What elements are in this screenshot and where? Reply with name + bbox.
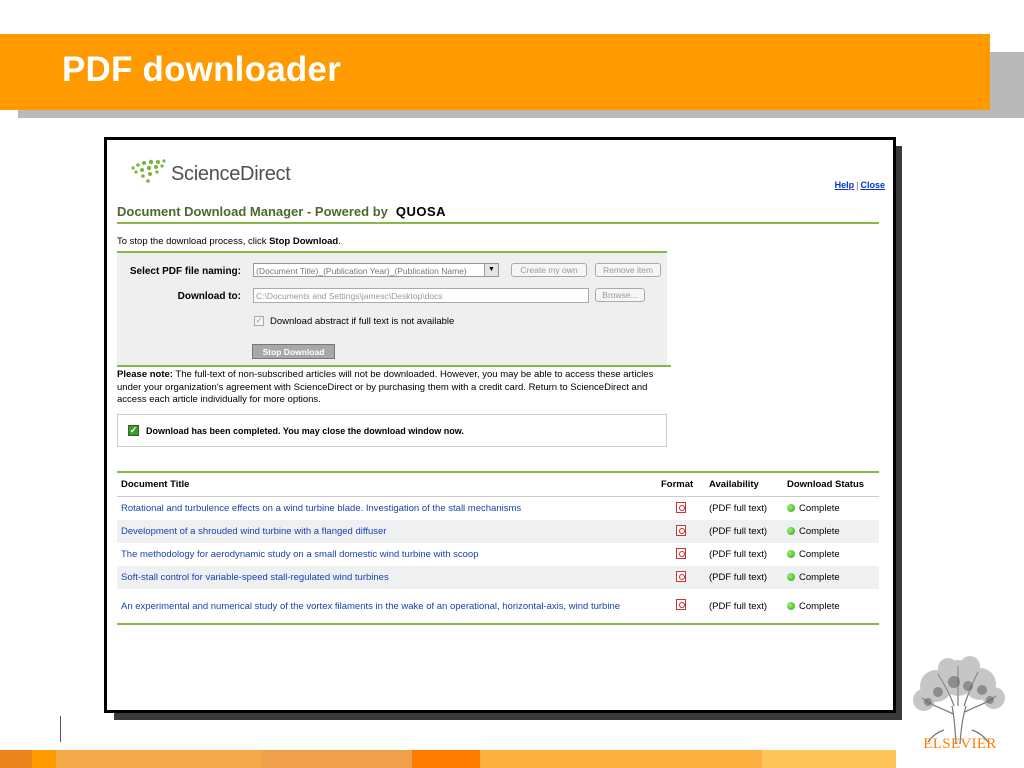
documents-table: Document Title Format Availability Downl… <box>117 471 879 625</box>
status-dot-icon <box>787 601 795 610</box>
table-header-row: Document Title Format Availability Downl… <box>117 471 879 497</box>
document-title-link[interactable]: An experimental and numerical study of t… <box>121 601 620 612</box>
status-text: Complete <box>799 526 840 537</box>
table-row: Development of a shrouded wind turbine w… <box>117 520 879 543</box>
pdf-icon[interactable] <box>676 570 686 582</box>
download-options-panel: Select PDF file naming: (Document Title)… <box>117 251 667 365</box>
footer-color-bar <box>0 750 896 768</box>
status-cell: Complete <box>783 543 879 566</box>
file-naming-select[interactable]: (Document Title)_(Publication Year)_(Pub… <box>253 263 499 277</box>
header-rule <box>117 222 879 224</box>
table-row: The methodology for aerodynamic study on… <box>117 543 879 566</box>
chevron-down-icon[interactable]: ▼ <box>484 264 498 276</box>
availability-cell: (PDF full text) <box>709 503 768 514</box>
footer-segment <box>762 750 896 768</box>
close-link[interactable]: Close <box>860 180 885 190</box>
instruction-suffix: . <box>338 236 341 247</box>
table-row: Soft-stall control for variable-speed st… <box>117 566 879 589</box>
footer-segment <box>412 750 480 768</box>
status-dot-icon <box>787 504 795 512</box>
column-header-status: Download Status <box>783 471 879 497</box>
column-header-availability: Availability <box>705 471 783 497</box>
availability-cell: (PDF full text) <box>705 520 783 543</box>
create-my-own-button[interactable]: Create my own <box>511 263 587 277</box>
file-naming-label: Select PDF file naming: <box>129 266 241 277</box>
status-text: Complete <box>799 600 840 612</box>
table-row: An experimental and numerical study of t… <box>117 589 879 625</box>
download-manager-title: Document Download Manager - Powered by QU… <box>117 204 446 219</box>
footer-segment <box>0 750 32 768</box>
download-abstract-label: Download abstract if full text is not av… <box>270 316 455 327</box>
document-title-link[interactable]: Soft-stall control for variable-speed st… <box>121 572 389 583</box>
status-dot-icon <box>787 573 795 581</box>
pdf-icon[interactable] <box>676 501 686 513</box>
footer-segment <box>262 750 412 768</box>
stop-instruction: To stop the download process, click Stop… <box>117 236 341 247</box>
table-row: Rotational and turbulence effects on a w… <box>117 497 879 521</box>
pdf-icon[interactable] <box>676 599 686 610</box>
sciencedirect-logo-icon <box>131 159 166 183</box>
document-title-link[interactable]: Rotational and turbulence effects on a w… <box>121 503 521 514</box>
status-text: Complete <box>799 503 840 514</box>
status-cell: Complete <box>783 520 879 543</box>
footer-divider <box>60 716 61 742</box>
status-text: Complete <box>799 549 840 560</box>
elsevier-wordmark: ELSEVIER <box>923 736 997 752</box>
download-path-input[interactable]: C:\Documents and Settings\jamesc\Desktop… <box>253 288 589 303</box>
remove-item-button[interactable]: Remove item <box>595 263 661 277</box>
column-header-format: Format <box>657 471 705 497</box>
browse-button[interactable]: Browse... <box>595 288 645 302</box>
availability-cell: (PDF full text) <box>705 566 783 589</box>
completion-message: Download has been completed. You may clo… <box>146 426 464 436</box>
status-cell: Complete <box>783 566 879 589</box>
checkmark-icon: ✓ <box>128 425 139 436</box>
note-text: The full-text of non-subscribed articles… <box>117 369 654 405</box>
column-header-title: Document Title <box>117 471 657 497</box>
footer-segment <box>480 750 762 768</box>
file-naming-value: (Document Title)_(Publication Year)_(Pub… <box>256 266 467 276</box>
download-manager-window: ScienceDirect Help | Close Document Downlo… <box>104 137 896 713</box>
document-title-link[interactable]: The methodology for aerodynamic study on… <box>121 549 478 560</box>
download-to-label: Download to: <box>177 291 241 302</box>
instruction-prefix: To stop the download process, click <box>117 236 270 247</box>
availability-cell: (PDF full text) <box>709 549 768 560</box>
document-title-link[interactable]: Development of a shrouded wind turbine w… <box>121 526 386 537</box>
footer-segment <box>56 750 262 768</box>
status-dot-icon <box>787 527 795 535</box>
availability-cell: (PDF full text) <box>705 589 783 625</box>
help-link[interactable]: Help <box>835 180 855 190</box>
download-abstract-checkbox[interactable]: ✓ <box>254 316 264 326</box>
pdf-icon[interactable] <box>676 547 686 559</box>
pdf-icon[interactable] <box>676 524 686 536</box>
footer-segment <box>32 750 56 768</box>
status-cell: Complete <box>783 497 879 521</box>
top-links: Help | Close <box>835 180 885 190</box>
sciencedirect-brand: ScienceDirect <box>171 163 291 185</box>
status-cell: Complete <box>783 589 879 625</box>
completion-message-box: ✓ Download has been completed. You may c… <box>117 414 667 447</box>
status-text: Complete <box>799 572 840 583</box>
status-dot-icon <box>787 550 795 558</box>
download-manager-title-text: Document Download Manager - Powered by <box>117 204 388 219</box>
slide-title: PDF downloader <box>62 50 341 89</box>
note-label: Please note: <box>117 369 173 380</box>
stop-download-button[interactable]: Stop Download <box>252 344 335 359</box>
please-note: Please note: The full-text of non-subscr… <box>117 365 671 407</box>
quosa-logo: QUOSA <box>395 204 447 219</box>
instruction-action: Stop Download <box>269 236 339 247</box>
